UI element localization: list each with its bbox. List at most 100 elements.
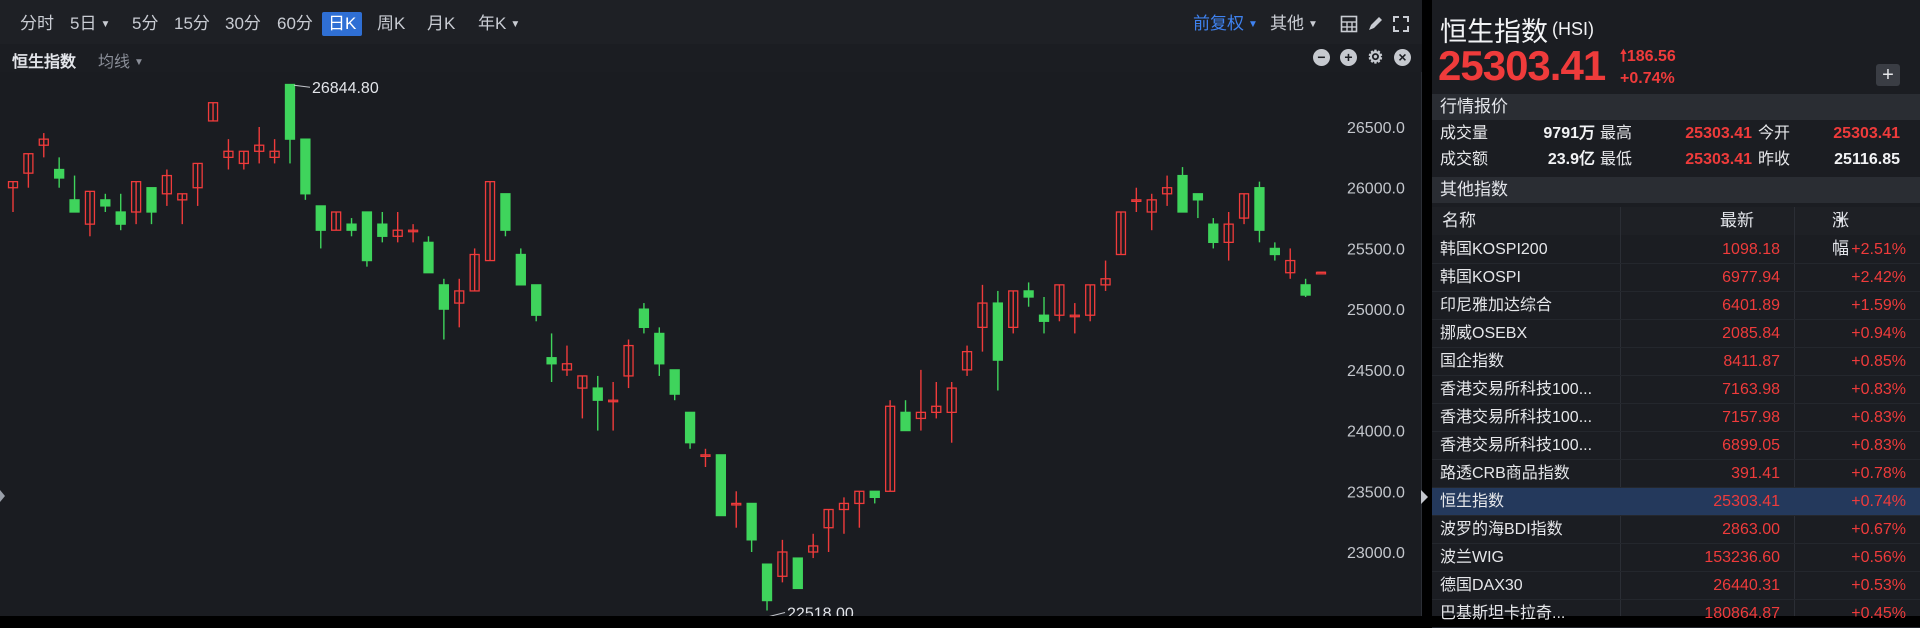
index-row[interactable]: 波兰WIG 153236.60 +0.56% — [1432, 544, 1920, 572]
candle-down — [638, 308, 650, 329]
index-row-change: +0.56% — [1851, 549, 1906, 566]
candlestick-plot[interactable]: 26500.0 26000.0 25500.0 25000.0 24500.0 24000… — [0, 72, 1422, 616]
index-row-name: 国企指数 — [1440, 353, 1505, 370]
candle-down — [654, 332, 665, 365]
index-row-name: 波罗的海BDI指数 — [1440, 521, 1563, 538]
index-row-name: 恒生指数 — [1440, 493, 1505, 510]
volume-label: 成交量 — [1440, 125, 1489, 142]
period-tab-60min[interactable]: 60分 — [277, 12, 313, 36]
index-row-name: 波兰WIG — [1440, 549, 1504, 566]
index-row[interactable]: 印尼雅加达综合 6401.89 +1.59% — [1432, 292, 1920, 320]
index-row-price: 7157.98 — [1722, 409, 1780, 426]
candle-down — [100, 199, 111, 207]
candle-down — [54, 168, 65, 179]
ma-dropdown[interactable]: 均线 ▼ — [98, 48, 144, 72]
index-row[interactable]: 恒生指数 25303.41 +0.74% — [1432, 488, 1920, 516]
index-row[interactable]: 香港交易所科技100... 7157.98 +0.83% — [1432, 404, 1920, 432]
close-icon[interactable]: × — [1394, 49, 1411, 66]
index-row-price: 26440.31 — [1713, 577, 1780, 594]
candle-down — [377, 223, 388, 237]
prev-close-label: 昨收 — [1758, 151, 1791, 168]
candle-down — [1038, 314, 1050, 322]
y-tick-label: 26500.0 — [1347, 120, 1405, 137]
candle-down — [423, 241, 434, 274]
chevron-down-icon: ▼ — [134, 57, 144, 68]
period-tab-5day[interactable]: 5日 ▼ — [70, 12, 110, 36]
chevron-down-icon: ▼ — [1836, 215, 1846, 226]
candle-down — [300, 138, 311, 195]
period-tab-weekly[interactable]: 周K — [377, 12, 405, 36]
high-annotation-label: 26844.80 — [312, 80, 379, 97]
other-dropdown[interactable]: 其他 ▼ — [1270, 12, 1318, 36]
index-row-change: +0.94% — [1851, 325, 1906, 342]
index-row-change: +2.51% — [1851, 241, 1906, 258]
add-watchlist-button[interactable]: + — [1876, 64, 1900, 86]
adjust-dropdown[interactable]: 前复权 ▼ — [1193, 12, 1258, 36]
open-label: 今开 — [1758, 125, 1791, 142]
period-tab-5min[interactable]: 5分 — [132, 12, 158, 36]
index-row[interactable]: 韩国KOSPI200 1098.18 +2.51% — [1432, 236, 1920, 264]
low-value: 25303.41 — [1685, 151, 1752, 168]
fullscreen-icon[interactable] — [1392, 15, 1410, 33]
collapse-panel-arrow-icon[interactable] — [1421, 490, 1428, 504]
col-latest-header[interactable]: 最新 — [1720, 207, 1754, 235]
draw-pen-icon[interactable] — [1366, 15, 1384, 33]
index-row-price: 153236.60 — [1704, 549, 1780, 566]
index-row-price: 7163.98 — [1722, 381, 1780, 398]
index-row-name: 香港交易所科技100... — [1440, 409, 1593, 426]
candle-down — [669, 369, 680, 395]
period-tab-15min[interactable]: 15分 — [174, 12, 210, 36]
candle-down — [715, 454, 727, 517]
period-tab-monthly[interactable]: 月K — [427, 12, 455, 36]
open-value: 25303.41 — [1833, 125, 1900, 142]
turnover-label: 成交额 — [1440, 151, 1489, 168]
prev-close-value: 25116.85 — [1834, 151, 1900, 168]
y-tick-label: 25500.0 — [1347, 241, 1405, 258]
index-row-name: 韩国KOSPI — [1440, 269, 1521, 286]
chevron-down-icon: ▼ — [510, 19, 521, 30]
index-row[interactable]: 波罗的海BDI指数 2863.00 +0.67% — [1432, 516, 1920, 544]
index-row[interactable]: 巴基斯坦卡拉奇... 180864.87 +0.45% — [1432, 600, 1920, 628]
col-name-header[interactable]: 名称 — [1442, 207, 1476, 235]
candle-down — [115, 211, 126, 225]
period-tab-yearly[interactable]: 年K ▼ — [478, 12, 520, 36]
period-tab-daily[interactable]: 日K — [322, 12, 363, 36]
candle-down — [1254, 187, 1265, 231]
candle-down — [1269, 247, 1280, 256]
period-tab-intraday[interactable]: 分时 — [20, 12, 54, 36]
volume-value: 9791万 — [1543, 125, 1595, 142]
low-annotation-label: 22518.00 — [787, 606, 854, 616]
index-row-price: 391.41 — [1731, 465, 1780, 482]
index-row-change: +2.42% — [1851, 269, 1906, 286]
index-row-price: 6899.05 — [1722, 437, 1780, 454]
candle-down — [438, 284, 450, 310]
index-row[interactable]: 路透CRB商品指数 391.41 +0.78% — [1432, 460, 1920, 488]
index-row-name: 巴基斯坦卡拉奇... — [1440, 605, 1566, 622]
index-row[interactable]: 挪威OSEBX 2085.84 +0.94% — [1432, 320, 1920, 348]
index-row[interactable]: 德国DAX30 26440.31 +0.53% — [1432, 572, 1920, 600]
chevron-down-icon: ▼ — [100, 19, 111, 30]
index-row-change: +0.85% — [1851, 353, 1906, 370]
y-tick-label: 25000.0 — [1347, 302, 1405, 319]
zoom-out-icon[interactable]: − — [1313, 49, 1330, 66]
index-row-change: +0.83% — [1851, 409, 1906, 426]
index-row[interactable]: 香港交易所科技100... 6899.05 +0.83% — [1432, 432, 1920, 460]
chevron-down-icon: ▼ — [1248, 19, 1258, 30]
index-row-name: 韩国KOSPI200 — [1440, 241, 1548, 258]
index-row-change: +0.83% — [1851, 381, 1906, 398]
period-tab-30min[interactable]: 30分 — [225, 12, 261, 36]
candle-down — [992, 302, 1003, 361]
candlestick-chart-svg[interactable]: 26500.0 26000.0 25500.0 25000.0 24500.0 24000… — [0, 72, 1422, 616]
y-tick-label: 26000.0 — [1347, 181, 1405, 198]
index-row[interactable]: 香港交易所科技100... 7163.98 +0.83% — [1432, 376, 1920, 404]
candle-down — [684, 411, 696, 444]
index-row[interactable]: 国企指数 8411.87 +0.85% — [1432, 348, 1920, 376]
index-row-price: 6401.89 — [1722, 297, 1780, 314]
zoom-in-icon[interactable]: + — [1340, 49, 1357, 66]
candle-down — [1208, 223, 1219, 244]
index-row[interactable]: 韩国KOSPI 6977.94 +2.42% — [1432, 264, 1920, 292]
layout-grid-icon[interactable] — [1340, 15, 1358, 33]
candle-down — [869, 490, 880, 499]
index-row-change: +0.53% — [1851, 577, 1906, 594]
settings-gear-icon[interactable]: ⚙ — [1367, 48, 1384, 66]
